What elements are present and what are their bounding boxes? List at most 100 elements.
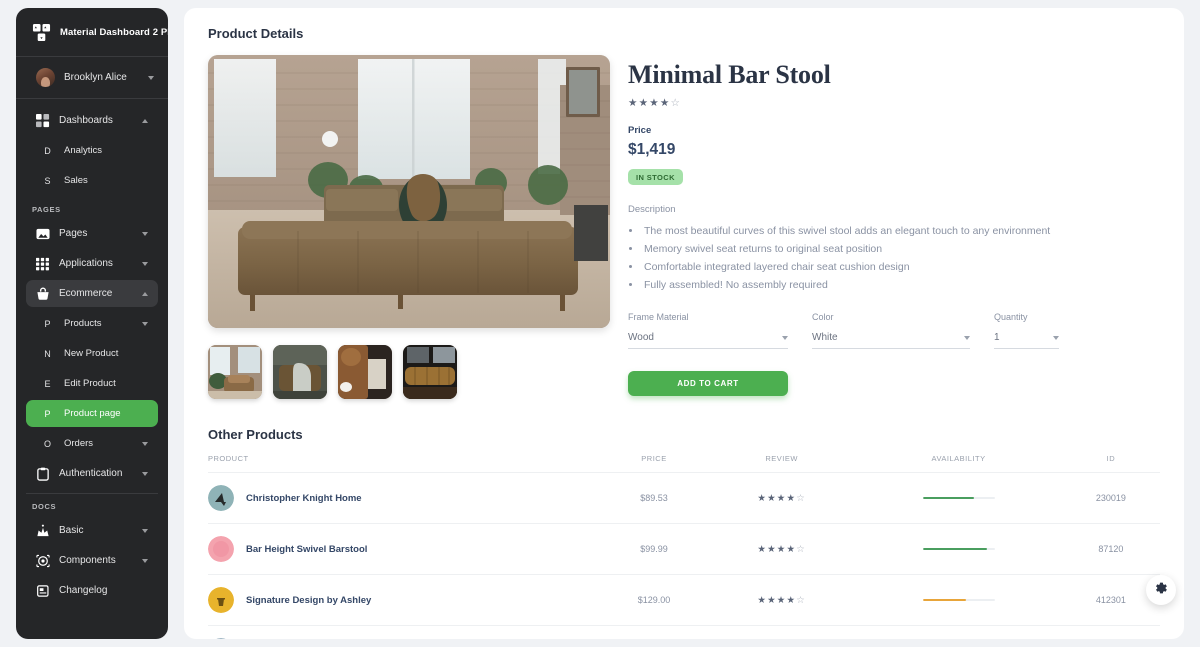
product-review: ★★★★☆ <box>708 472 856 524</box>
frame-material-label: Frame Material <box>628 311 689 322</box>
sidebar-item-label: Dashboards <box>59 115 113 126</box>
chevron-down-icon[interactable] <box>142 471 148 476</box>
chevron-up-icon[interactable] <box>142 118 148 123</box>
sidebar-item-dashboards[interactable]: Dashboards <box>26 107 158 134</box>
sidebar-item-sales[interactable]: S Sales <box>26 167 158 194</box>
product-id: 412301 <box>1061 574 1160 626</box>
thumbnail-2[interactable] <box>338 345 392 399</box>
sidebar-section-pages: PAGES <box>32 205 61 214</box>
frame-material-select[interactable]: Wood <box>628 332 788 349</box>
main-content: Product Details Minimal Bar Stool ★★★★☆ … <box>184 8 1184 639</box>
document-icon <box>35 583 50 598</box>
product-id: 230019 <box>1061 472 1160 524</box>
thumbnail-1[interactable] <box>273 345 327 399</box>
sidebar-item-products[interactable]: P Products <box>26 310 158 337</box>
product-title: Minimal Bar Stool <box>628 60 831 89</box>
star-filled-icon: ★ <box>638 96 650 109</box>
sidebar-item-analytics[interactable]: D Analytics <box>26 137 158 164</box>
sidebar-item-changelog[interactable]: Changelog <box>26 577 158 604</box>
frame-material-field: Frame Material Wood <box>628 312 788 349</box>
quantity-select[interactable]: 1 <box>994 332 1059 349</box>
chevron-up-icon[interactable] <box>142 291 148 296</box>
product-avatar <box>208 638 234 639</box>
availability-cell <box>855 472 1062 524</box>
sidebar-item-components[interactable]: Components <box>26 547 158 574</box>
chevron-down-icon <box>782 335 788 340</box>
table-row[interactable]: Signature Design by Ashley $129.00 ★★★★☆… <box>208 574 1160 626</box>
product-name: Christopher Knight Home <box>246 492 362 504</box>
sidebar: Material Dashboard 2 PRO Brooklyn Alice … <box>16 8 168 639</box>
sidebar-item-initial: D <box>44 145 51 156</box>
sidebar-item-ecommerce[interactable]: Ecommerce <box>26 280 158 307</box>
thumbnail-3[interactable] <box>403 345 457 399</box>
color-field: Color White <box>812 312 970 349</box>
description-item: The most beautiful curves of this swivel… <box>642 222 1160 240</box>
sidebar-item-basic[interactable]: Basic <box>26 517 158 544</box>
brand[interactable]: Material Dashboard 2 PRO <box>16 8 168 57</box>
thumbnail-0[interactable] <box>208 345 262 399</box>
product-review: ★★★★☆ <box>708 625 856 639</box>
sidebar-item-initial: O <box>43 438 51 449</box>
chevron-down-icon[interactable] <box>142 558 148 563</box>
product-price: $99.99 <box>600 523 708 575</box>
product-price: $1,419 <box>628 140 676 158</box>
chevron-down-icon[interactable] <box>142 231 148 236</box>
sidebar-item-label: Applications <box>59 258 113 269</box>
column-header-product: PRODUCT <box>208 454 601 473</box>
sidebar-item-orders[interactable]: O Orders <box>26 430 158 457</box>
table-header-row: PRODUCT PRICE REVIEW AVAILABILITY ID <box>208 454 1160 473</box>
settings-fab-button[interactable] <box>1146 575 1176 605</box>
sidebar-item-initial: S <box>44 175 51 186</box>
chevron-down-icon[interactable] <box>148 75 154 80</box>
sidebar-item-initial: P <box>44 318 51 329</box>
sidebar-item-label: Components <box>59 555 116 566</box>
quantity-label: Quantity <box>994 311 1028 322</box>
chevron-down-icon[interactable] <box>142 321 148 326</box>
table-row[interactable]: Bar Height Swivel Barstool $99.99 ★★★★☆ … <box>208 523 1160 575</box>
availability-cell <box>855 574 1062 626</box>
star-filled-icon: ★ <box>659 96 671 109</box>
star-filled-icon: ★ <box>628 96 639 109</box>
sidebar-item-label: New Product <box>64 348 119 359</box>
product-price: $59.99 <box>600 625 708 639</box>
product-review: ★★★★☆ <box>708 523 856 575</box>
sidebar-item-new-product[interactable]: N New Product <box>26 340 158 367</box>
sidebar-item-label: Sales <box>64 175 88 186</box>
product-avatar <box>208 587 234 613</box>
sidebar-item-authentication[interactable]: Authentication <box>26 460 158 487</box>
sidebar-item-label: Products <box>64 318 102 329</box>
sidebar-item-edit-product[interactable]: E Edit Product <box>26 370 158 397</box>
chevron-down-icon[interactable] <box>142 441 148 446</box>
page-title: Product Details <box>208 26 304 41</box>
description-item: Comfortable integrated layered chair sea… <box>642 258 1160 276</box>
grid-squares-icon <box>35 113 50 128</box>
table-row[interactable]: Modern Square $59.99 ★★★★☆ 001992 <box>208 625 1160 639</box>
color-select[interactable]: White <box>812 332 970 349</box>
availability-cell <box>855 523 1062 575</box>
user-name: Brooklyn Alice <box>64 72 127 83</box>
color-value: White <box>812 331 838 343</box>
description-label: Description <box>628 203 676 215</box>
column-header-availability: AVAILABILITY <box>855 454 1062 473</box>
chevron-down-icon <box>1053 335 1059 340</box>
apps-grid-icon <box>35 256 50 271</box>
product-rating: ★★★★☆ <box>628 97 1160 109</box>
spark-icon <box>35 523 50 538</box>
quantity-field: Quantity 1 <box>994 312 1059 349</box>
sidebar-item-applications[interactable]: Applications <box>26 250 158 277</box>
add-to-cart-button[interactable]: ADD TO CART <box>628 370 788 396</box>
sidebar-item-product-page[interactable]: P Product page <box>26 400 158 427</box>
product-hero-image[interactable] <box>208 55 610 328</box>
table-row[interactable]: Christopher Knight Home $89.53 ★★★★☆ 230… <box>208 472 1160 524</box>
description-item: Fully assembled! No assembly required <box>642 276 1160 294</box>
thumbnail-list <box>208 345 626 399</box>
sidebar-item-pages[interactable]: Pages <box>26 220 158 247</box>
chevron-down-icon[interactable] <box>142 261 148 266</box>
column-header-price: PRICE <box>600 454 708 473</box>
sidebar-item-label: Product page <box>64 408 121 419</box>
sidebar-item-label: Orders <box>64 438 94 449</box>
sidebar-item-label: Analytics <box>64 145 103 156</box>
user-menu[interactable]: Brooklyn Alice <box>16 57 168 99</box>
chevron-down-icon[interactable] <box>142 528 148 533</box>
product-name: Bar Height Swivel Barstool <box>246 543 368 555</box>
